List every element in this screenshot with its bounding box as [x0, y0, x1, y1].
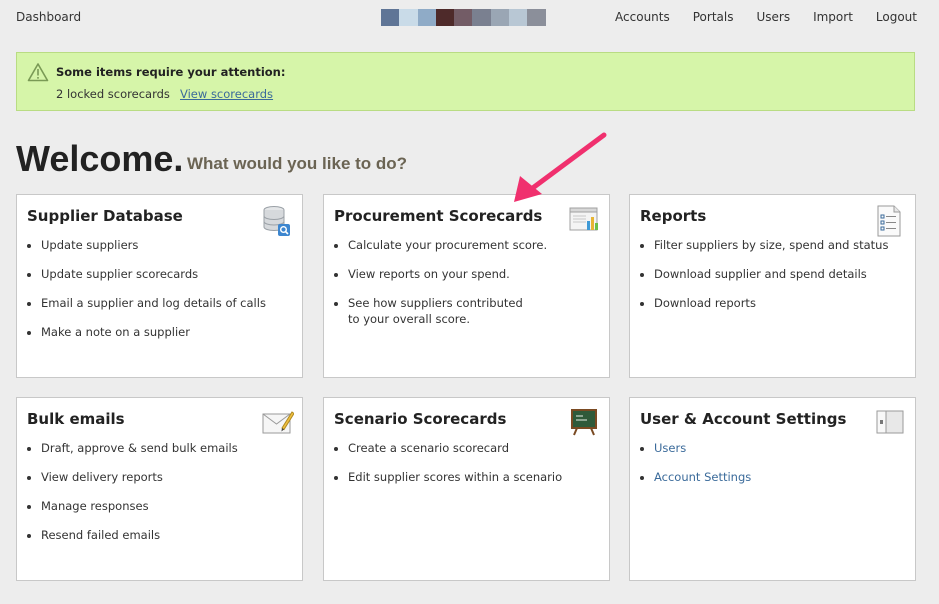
- account-settings-link[interactable]: Account Settings: [654, 470, 751, 484]
- view-scorecards-link[interactable]: View scorecards: [180, 87, 273, 101]
- card-item-list: Draft, approve & send bulk emails View d…: [27, 440, 301, 556]
- users-link[interactable]: Users: [654, 441, 686, 455]
- list-item[interactable]: See how suppliers contributed to your ov…: [348, 295, 608, 327]
- card-reports[interactable]: Reports Filter suppliers by size, spend …: [629, 194, 916, 378]
- list-item[interactable]: Resend failed emails: [41, 527, 301, 543]
- attention-alert: Some items require your attention: 2 loc…: [16, 52, 915, 111]
- color-swatch: [381, 9, 400, 26]
- list-item[interactable]: View delivery reports: [41, 469, 301, 485]
- card-scenario-scorecards[interactable]: Scenario Scorecards Create a scenario sc…: [323, 397, 610, 581]
- envelope-pencil-icon: [262, 408, 295, 438]
- color-swatch: [472, 9, 491, 26]
- nav-accounts-link[interactable]: Accounts: [615, 10, 670, 24]
- card-title[interactable]: Scenario Scorecards: [334, 410, 506, 428]
- nav-import-link[interactable]: Import: [813, 10, 853, 24]
- color-swatch: [399, 9, 418, 26]
- nav-logout-link[interactable]: Logout: [876, 10, 917, 24]
- color-swatch-strip: [381, 9, 546, 26]
- chalkboard-icon: [569, 408, 599, 438]
- card-bulk-emails[interactable]: Bulk emails Draft, approve & send bulk e…: [16, 397, 303, 581]
- card-procurement-scorecards[interactable]: Procurement Scorecards Calculate your pr…: [323, 194, 610, 378]
- list-item[interactable]: Draft, approve & send bulk emails: [41, 440, 301, 456]
- list-item: Account Settings: [654, 469, 914, 485]
- database-search-icon: [262, 205, 292, 236]
- card-title[interactable]: User & Account Settings: [640, 410, 846, 428]
- settings-panel-icon: [875, 408, 905, 438]
- dashboard-title[interactable]: Dashboard: [16, 10, 81, 24]
- list-item[interactable]: Download supplier and spend details: [654, 266, 914, 282]
- card-item-list: Calculate your procurement score. View r…: [334, 237, 608, 340]
- nav-users-link[interactable]: Users: [756, 10, 790, 24]
- card-supplier-database[interactable]: Supplier Database Update suppliers Updat…: [16, 194, 303, 378]
- main-nav: Accounts Portals Users Import Logout: [592, 10, 917, 24]
- list-item[interactable]: Update suppliers: [41, 237, 301, 253]
- color-swatch: [435, 9, 455, 26]
- list-item[interactable]: Update supplier scorecards: [41, 266, 301, 282]
- card-item-list: Filter suppliers by size, spend and stat…: [640, 237, 914, 324]
- card-title[interactable]: Reports: [640, 207, 706, 225]
- warning-triangle-icon: [27, 62, 49, 86]
- color-swatch: [527, 9, 546, 26]
- pointer-arrow-annotation: [514, 132, 607, 202]
- card-item-list: Users Account Settings: [640, 440, 914, 498]
- card-item-list: Create a scenario scorecard Edit supplie…: [334, 440, 608, 498]
- card-title[interactable]: Supplier Database: [27, 207, 183, 225]
- card-item-list: Update suppliers Update supplier scoreca…: [27, 237, 301, 353]
- color-swatch: [417, 9, 436, 26]
- locked-scorecards-count: 2 locked scorecards: [56, 87, 170, 101]
- list-item[interactable]: Filter suppliers by size, spend and stat…: [654, 237, 914, 253]
- card-user-account-settings[interactable]: User & Account Settings Users Account Se…: [629, 397, 916, 581]
- list-item[interactable]: Email a supplier and log details of call…: [41, 295, 301, 311]
- list-item[interactable]: Calculate your procurement score.: [348, 237, 608, 253]
- list-item[interactable]: Create a scenario scorecard: [348, 440, 608, 456]
- list-item[interactable]: Download reports: [654, 295, 914, 311]
- card-title[interactable]: Bulk emails: [27, 410, 125, 428]
- welcome-subheading: What would you like to do?: [187, 154, 408, 173]
- list-item[interactable]: View reports on your spend.: [348, 266, 608, 282]
- list-item[interactable]: Make a note on a supplier: [41, 324, 301, 340]
- nav-portals-link[interactable]: Portals: [693, 10, 734, 24]
- color-swatch: [454, 9, 473, 26]
- list-item: Users: [654, 440, 914, 456]
- list-item[interactable]: Manage responses: [41, 498, 301, 514]
- checklist-document-icon: [875, 205, 905, 237]
- color-swatch: [490, 9, 510, 26]
- alert-title: Some items require your attention:: [56, 65, 286, 79]
- color-swatch: [509, 9, 528, 26]
- top-nav-bar: Dashboard Accounts Portals Users Import …: [0, 0, 939, 36]
- list-item[interactable]: Edit supplier scores within a scenario: [348, 469, 608, 485]
- welcome-heading: Welcome.: [16, 138, 184, 179]
